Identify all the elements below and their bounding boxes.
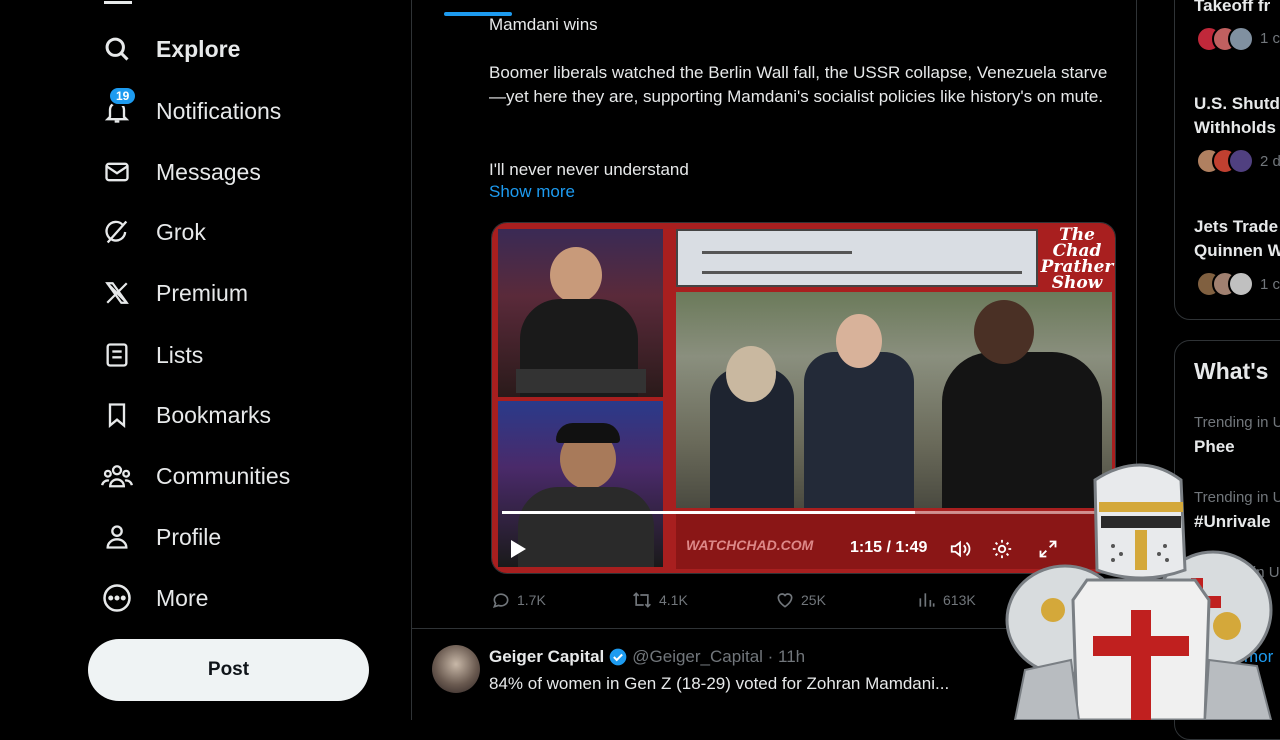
show-more-link[interactable]: Show more	[489, 182, 575, 202]
tweet-text: 84% of women in Gen Z (18-29) voted for …	[489, 674, 950, 693]
like-button[interactable]: 25K	[775, 590, 826, 610]
news-item-title-line2[interactable]: Quinnen W	[1194, 241, 1280, 261]
search-icon	[100, 32, 134, 66]
grok-icon	[100, 215, 134, 249]
news-meta: 1 c	[1260, 30, 1280, 47]
x-logo-partial[interactable]	[104, 0, 132, 4]
person-icon	[100, 520, 134, 554]
show-logo: The Chad Prather Show	[1040, 225, 1114, 293]
tweet-text-line: I'll never never understand	[489, 160, 689, 179]
communities-icon	[100, 459, 134, 493]
notification-badge: 19	[108, 86, 138, 106]
tweet-text-line: Mamdani wins	[489, 15, 598, 34]
news-avatars	[1196, 26, 1254, 52]
sidebar-item-label: Grok	[156, 218, 206, 245]
heart-icon	[777, 593, 793, 608]
sidebar-item-label: Communities	[156, 462, 291, 489]
man-head	[836, 314, 882, 368]
sidebar-item-more[interactable]: More	[100, 573, 208, 623]
sidebar-item-label: Profile	[156, 523, 222, 550]
sidebar-item-bookmarks[interactable]: Bookmarks	[100, 390, 271, 440]
sidebar-item-profile[interactable]: Profile	[100, 512, 221, 562]
envelope-icon	[100, 155, 134, 189]
reply-button[interactable]: 1.7K	[491, 590, 546, 610]
news-item-title[interactable]: Takeoff fr	[1194, 0, 1270, 16]
x-logo-icon	[100, 276, 134, 310]
reply-count: 1.7K	[517, 592, 546, 608]
bookmark-icon	[100, 398, 134, 432]
avatar	[1228, 271, 1254, 297]
avatar	[1228, 26, 1254, 52]
more-circle-icon	[100, 581, 134, 615]
comment-overlay	[676, 229, 1038, 287]
sidebar-item-communities[interactable]: Communities	[100, 451, 290, 501]
news-item-title[interactable]: U.S. Shutd	[1194, 94, 1280, 114]
video-time: 1:15 / 1:49	[850, 539, 928, 556]
watermark-text: WATCHCHAD.COM	[686, 537, 814, 553]
views-button[interactable]: 613K	[917, 590, 976, 610]
news-item-title[interactable]: Jets Trade	[1194, 217, 1278, 237]
sidebar-item-notifications[interactable]: 19 Notifications	[100, 86, 281, 136]
sidebar-item-grok[interactable]: Grok	[100, 207, 206, 257]
host-figure	[550, 247, 602, 303]
repost-icon	[633, 592, 651, 608]
author-name[interactable]: Geiger Capital	[489, 647, 604, 667]
knight-sticker-image	[1005, 463, 1273, 720]
sidebar-item-label: Notifications	[156, 97, 282, 124]
sidebar-item-premium[interactable]: Premium	[100, 268, 248, 318]
avatar[interactable]	[432, 645, 480, 693]
repost-count: 4.1K	[659, 592, 688, 608]
views-count: 613K	[943, 592, 976, 608]
sidebar: Explore 19 Notifications Messages Grok P…	[0, 0, 410, 720]
sidebar-item-label: Messages	[156, 158, 261, 185]
sidebar-item-lists[interactable]: Lists	[100, 330, 203, 380]
trends-heading: What's	[1194, 358, 1269, 384]
sidebar-item-label: Premium	[156, 279, 249, 306]
sidebar-item-label: More	[156, 584, 209, 611]
cohost-hat	[556, 423, 620, 443]
sidebar-item-messages[interactable]: Messages	[100, 147, 261, 197]
sidebar-item-label: Explore	[156, 35, 241, 62]
sidebar-item-label: Lists	[156, 341, 204, 368]
news-avatars	[1196, 148, 1254, 174]
repost-button[interactable]: 4.1K	[631, 590, 688, 610]
video-host-camera	[498, 229, 663, 397]
tweet-header: Geiger Capital @Geiger_Capital · 11h	[489, 647, 805, 667]
trend-context: Trending in U	[1194, 414, 1280, 431]
news-meta: 1 c	[1260, 276, 1280, 293]
interviewer-head	[974, 300, 1034, 364]
bell-icon: 19	[100, 86, 138, 128]
news-avatars	[1196, 271, 1254, 297]
list-icon	[100, 338, 134, 372]
avatar	[1228, 148, 1254, 174]
news-meta: 2 d	[1260, 153, 1280, 170]
news-item-title-line2[interactable]: Withholds	[1194, 118, 1276, 138]
views-icon	[919, 593, 935, 607]
post-button[interactable]: Post	[88, 639, 369, 701]
play-icon[interactable]	[506, 537, 530, 561]
comment-line	[702, 251, 852, 254]
volume-icon[interactable]	[948, 537, 972, 561]
video-progress-fill	[502, 511, 915, 514]
like-count: 25K	[801, 592, 826, 608]
author-handle[interactable]: @Geiger_Capital · 11h	[632, 647, 805, 667]
comment-line	[702, 271, 1022, 274]
woman-head	[726, 346, 776, 402]
sidebar-item-explore[interactable]: Explore	[100, 24, 240, 74]
sidebar-item-label: Bookmarks	[156, 401, 272, 428]
verified-badge-icon	[609, 648, 627, 666]
desk	[516, 369, 646, 393]
cohost-body	[518, 487, 654, 567]
reply-icon	[492, 593, 509, 608]
tweet-text-paragraph: Boomer liberals watched the Berlin Wall …	[489, 63, 1108, 106]
trend-name[interactable]: Phee	[1194, 437, 1235, 457]
man-figure	[804, 352, 914, 508]
